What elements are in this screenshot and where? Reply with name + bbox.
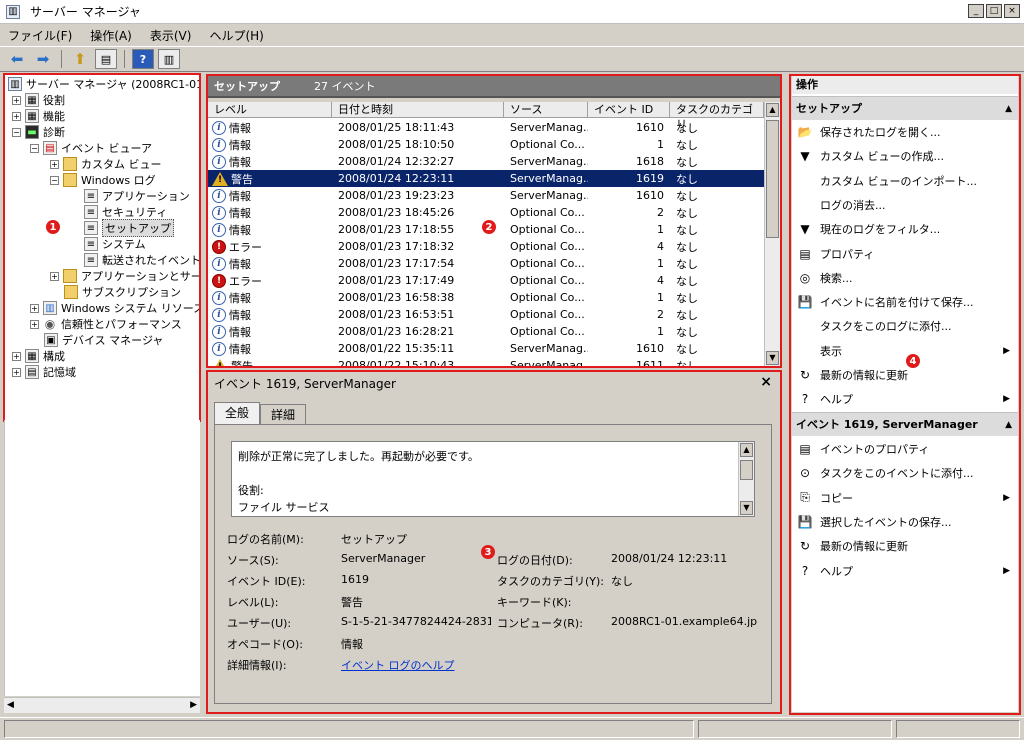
status-pane (896, 720, 1020, 738)
status-bar (0, 717, 1024, 740)
forward-arrow-icon[interactable]: ➡ (32, 49, 54, 69)
minimize-button[interactable]: _ (968, 4, 984, 18)
maximize-button[interactable]: □ (986, 4, 1002, 18)
server-manager-icon: ▥ (6, 4, 20, 19)
title-bar: ▥ サーバー マネージャ _ □ × (0, 0, 1024, 24)
highlight-frame-1 (3, 73, 201, 422)
window-controls: _ □ × (968, 4, 1020, 18)
highlight-frame-2 (206, 74, 782, 368)
highlight-frame-3 (206, 370, 782, 714)
show-hide-tree-icon[interactable]: ▤ (95, 49, 117, 69)
menu-view[interactable]: 表示(V) (150, 27, 192, 44)
tree-horizontal-scrollbar[interactable]: ◀ ▶ (4, 697, 200, 713)
status-pane (4, 720, 694, 738)
window-title: サーバー マネージャ (30, 5, 141, 19)
close-button[interactable]: × (1004, 4, 1020, 18)
menu-action[interactable]: 操作(A) (90, 27, 132, 44)
help-icon[interactable]: ? (132, 49, 154, 69)
scroll-right-icon[interactable]: ▶ (190, 700, 197, 710)
toolbar-separator (124, 50, 125, 68)
navigation-tree-empty-area (4, 420, 200, 696)
back-arrow-icon[interactable]: ⬅ (6, 49, 28, 69)
menu-file[interactable]: ファイル(F) (8, 27, 72, 44)
up-folder-icon[interactable]: ⬆ (69, 49, 91, 69)
status-pane (698, 720, 892, 738)
menu-bar: ファイル(F) 操作(A) 表示(V) ヘルプ(H) (0, 24, 1024, 46)
toolbar-separator (61, 50, 62, 68)
show-action-pane-icon[interactable]: ▥ (158, 49, 180, 69)
scroll-left-icon[interactable]: ◀ (7, 700, 14, 710)
menu-help[interactable]: ヘルプ(H) (209, 27, 263, 44)
highlight-frame-4 (789, 74, 1021, 715)
toolbar: ⬅ ➡ ⬆ ▤ ? ▥ (0, 46, 1024, 72)
